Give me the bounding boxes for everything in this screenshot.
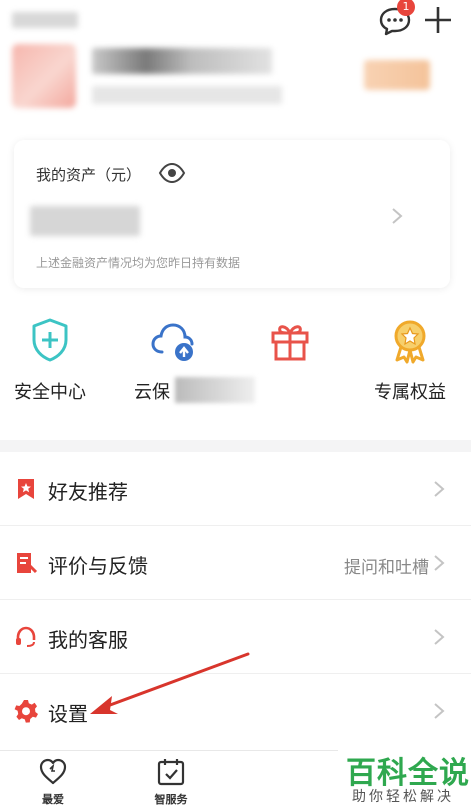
user-subtitle-blurred	[92, 86, 282, 104]
feedback-icon	[17, 553, 38, 574]
gift-icon	[271, 325, 309, 361]
medal-icon	[394, 320, 426, 364]
tab-label: 最爱	[42, 793, 64, 806]
tab-smart-service[interactable]: 智服务	[136, 757, 206, 807]
asset-amount-blurred	[30, 206, 140, 236]
tab-label: 智服务	[154, 793, 188, 806]
watermark-subtitle: 助你轻松解决	[352, 789, 454, 805]
quick-action-exclusive-perks[interactable]: 专属权益	[360, 316, 460, 404]
plus-icon[interactable]	[422, 4, 454, 36]
chevron-right-icon	[434, 481, 445, 497]
menu-item-label: 好友推荐	[48, 480, 128, 504]
asset-note: 上述金融资产情况均为您昨日持有数据	[36, 256, 241, 270]
menu-item-friend-referral[interactable]: 好友推荐	[0, 452, 471, 526]
tab-favorites[interactable]: 最爱	[18, 757, 88, 807]
headset-icon	[16, 626, 36, 647]
gear-icon	[14, 700, 38, 723]
menu-item-label: 设置	[48, 702, 88, 726]
chevron-right-icon	[434, 629, 445, 645]
message-count-badge: 1	[397, 0, 415, 16]
quick-action-label: 专属权益	[374, 382, 446, 403]
member-badge-blurred[interactable]	[364, 60, 430, 90]
menu-item-extra: 提问和吐槽	[344, 558, 429, 578]
calendar-check-icon	[157, 759, 185, 786]
asset-title: 我的资产（元）	[36, 166, 142, 184]
menu-item-label: 我的客服	[48, 628, 128, 652]
chevron-right-icon	[434, 555, 445, 571]
quick-action-label: 安全中心	[14, 382, 86, 403]
asset-card[interactable]: 我的资产（元） 上述金融资产情况均为您昨日持有数据	[14, 140, 450, 288]
chevron-right-icon[interactable]	[390, 206, 404, 226]
settings-menu-list: 好友推荐 评价与反馈 提问和吐槽 我的客服 设置	[0, 452, 471, 750]
label-blurred	[175, 377, 255, 403]
quick-action-gift[interactable]	[240, 316, 340, 378]
username-blurred	[92, 48, 272, 74]
menu-item-feedback[interactable]: 评价与反馈 提问和吐槽	[0, 526, 471, 600]
eye-icon[interactable]	[158, 162, 186, 184]
menu-item-label: 评价与反馈	[48, 554, 148, 578]
cloud-upload-icon	[151, 323, 194, 361]
bookmark-star-icon	[18, 479, 34, 499]
account-name-blurred	[12, 12, 78, 28]
shield-plus-icon	[32, 318, 68, 362]
chevron-right-icon	[434, 703, 445, 719]
menu-item-customer-service[interactable]: 我的客服	[0, 600, 471, 674]
menu-item-settings[interactable]: 设置	[0, 674, 471, 748]
quick-action-security-center[interactable]: 安全中心	[0, 316, 100, 404]
watermark: 百科全说 助你轻松解决	[338, 746, 471, 812]
avatar[interactable]	[12, 44, 76, 108]
profile-header: 1 我的资产（元） 上述金融资产情况均为您昨日持有数据 安全中心 云保 专属权益	[0, 0, 471, 440]
heart-icon	[39, 758, 67, 785]
